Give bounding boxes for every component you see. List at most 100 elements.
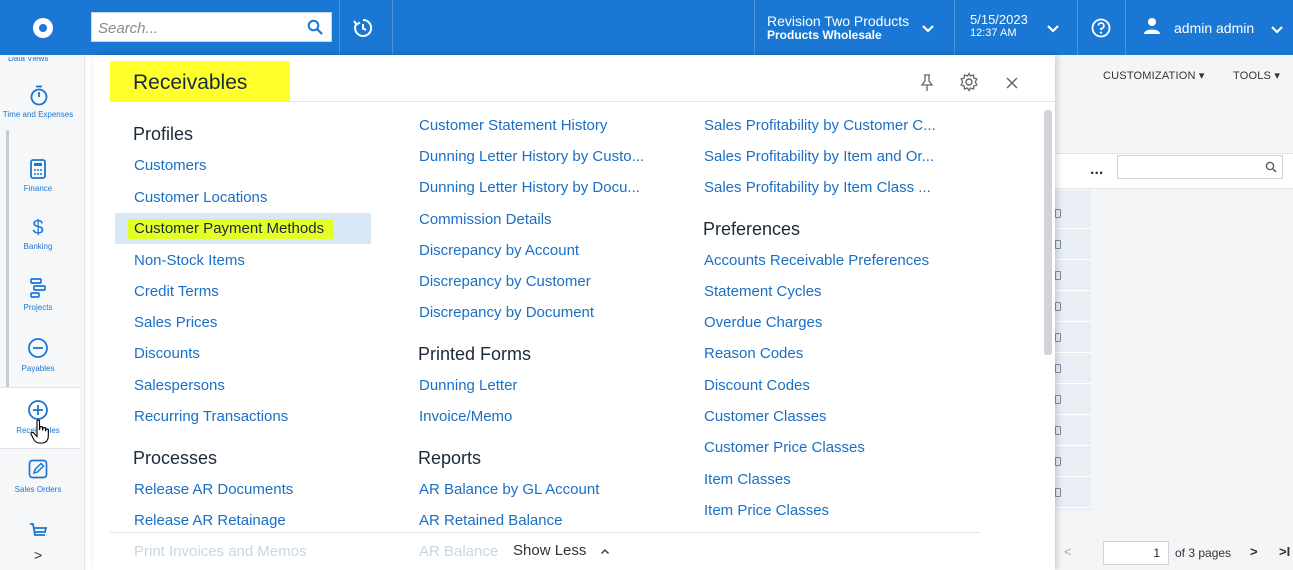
show-less-button[interactable]: Show Less bbox=[509, 542, 591, 559]
menu-link-salespersons[interactable]: Salespersons bbox=[134, 377, 225, 394]
document-icon bbox=[1055, 271, 1061, 280]
menu-link-discrepancy-by-customer[interactable]: Discrepancy by Customer bbox=[419, 273, 591, 290]
menu-link-dunning-letter-history-by-document[interactable]: Dunning Letter History by Docu... bbox=[419, 179, 640, 196]
menu-link-commission-details[interactable]: Commission Details bbox=[419, 211, 552, 228]
menu-link-overdue-charges[interactable]: Overdue Charges bbox=[704, 314, 822, 331]
chevron-down-icon[interactable] bbox=[921, 24, 935, 33]
company-name: Revision Two Products bbox=[767, 13, 910, 29]
table-row[interactable] bbox=[1055, 415, 1091, 446]
projects-icon bbox=[30, 278, 46, 298]
help-icon[interactable] bbox=[1091, 18, 1111, 38]
panel-scrollbar[interactable] bbox=[1044, 110, 1052, 355]
divider bbox=[392, 0, 393, 55]
menu-link-customer-locations[interactable]: Customer Locations bbox=[134, 189, 267, 206]
menu-link-credit-terms[interactable]: Credit Terms bbox=[134, 283, 219, 300]
menu-link-customer-statement-history[interactable]: Customer Statement History bbox=[419, 117, 607, 134]
table-row[interactable] bbox=[1055, 477, 1091, 508]
menu-link-accounts-receivable-preferences[interactable]: Accounts Receivable Preferences bbox=[704, 252, 929, 269]
menu-link-customer-payment-methods[interactable]: Customer Payment Methods bbox=[134, 220, 324, 237]
menu-link-invoice-memo[interactable]: Invoice/Memo bbox=[419, 408, 512, 425]
table-row[interactable] bbox=[1055, 260, 1091, 291]
expand-sidebar-button[interactable]: > bbox=[34, 547, 42, 563]
section-heading-printed-forms: Printed Forms bbox=[418, 344, 532, 364]
document-icon bbox=[1055, 333, 1061, 342]
customization-menu[interactable]: CUSTOMIZATION ▾ bbox=[1103, 69, 1205, 82]
next-page-button[interactable]: > bbox=[1250, 544, 1258, 559]
sidebar-item-projects[interactable]: Projects bbox=[0, 276, 80, 336]
table-row[interactable] bbox=[1055, 198, 1091, 229]
table-row[interactable] bbox=[1055, 229, 1091, 260]
previous-page-button[interactable]: < bbox=[1064, 544, 1072, 559]
sidebar-item-finance[interactable]: Finance bbox=[0, 157, 80, 217]
menu-link-item-classes[interactable]: Item Classes bbox=[704, 471, 791, 488]
document-icon bbox=[1055, 364, 1061, 373]
chevron-up-icon[interactable] bbox=[600, 548, 610, 555]
menu-link-sales-prices[interactable]: Sales Prices bbox=[134, 314, 217, 331]
menu-link-dunning-letter[interactable]: Dunning Letter bbox=[419, 377, 517, 394]
sidebar-item-time-and-expenses[interactable]: Time and Expenses bbox=[0, 83, 80, 143]
menu-link-ar-balance-by-gl-account[interactable]: AR Balance by GL Account bbox=[419, 481, 599, 498]
menu-link-customer-price-classes[interactable]: Customer Price Classes bbox=[704, 439, 865, 456]
page-count: of 3 pages bbox=[1175, 546, 1232, 560]
business-date-selector[interactable]: 5/15/2023 12:37 AM bbox=[970, 12, 1028, 40]
divider bbox=[1125, 0, 1126, 55]
menu-link-sales-profitability-by-item-and-order[interactable]: Sales Profitability by Item and Or... bbox=[704, 148, 934, 165]
company-selector[interactable]: Revision Two Products Products Wholesale bbox=[767, 13, 909, 42]
menu-link-sales-profitability-by-customer-class[interactable]: Sales Profitability by Customer C... bbox=[704, 117, 936, 134]
sidebar-item-banking[interactable]: $ Banking bbox=[0, 215, 80, 275]
grid-search-input[interactable] bbox=[1117, 155, 1283, 179]
svg-text:$: $ bbox=[32, 217, 43, 239]
menu-link-discrepancy-by-account[interactable]: Discrepancy by Account bbox=[419, 242, 579, 259]
search-icon[interactable] bbox=[307, 19, 323, 35]
search-input[interactable] bbox=[98, 17, 298, 39]
menu-link-discount-codes[interactable]: Discount Codes bbox=[704, 377, 810, 394]
page-number-input[interactable]: 1 bbox=[1103, 541, 1169, 565]
menu-link-discrepancy-by-document[interactable]: Discrepancy by Document bbox=[419, 304, 594, 321]
history-icon[interactable] bbox=[352, 17, 374, 39]
more-actions-button[interactable]: ... bbox=[1090, 161, 1103, 179]
document-icon bbox=[1055, 488, 1061, 497]
menu-link-release-ar-retainage[interactable]: Release AR Retainage bbox=[134, 512, 286, 529]
menu-link-reason-codes[interactable]: Reason Codes bbox=[704, 345, 803, 362]
close-icon[interactable] bbox=[1005, 76, 1019, 90]
table-row[interactable] bbox=[1055, 384, 1091, 415]
user-menu[interactable]: admin admin bbox=[1174, 20, 1254, 36]
table-row[interactable] bbox=[1055, 353, 1091, 384]
chevron-down-icon[interactable] bbox=[1046, 24, 1060, 33]
background-screen: CUSTOMIZATION ▾ TOOLS ▾ ... re < 1 of 3 … bbox=[1055, 55, 1293, 570]
menu-link-discounts[interactable]: Discounts bbox=[134, 345, 200, 362]
table-row[interactable] bbox=[1055, 446, 1091, 477]
table-row[interactable] bbox=[1055, 322, 1091, 353]
pin-icon[interactable] bbox=[919, 74, 935, 92]
menu-link-item-price-classes[interactable]: Item Price Classes bbox=[704, 502, 829, 519]
gear-icon[interactable] bbox=[959, 72, 979, 92]
top-bar: Revision Two Products Products Wholesale… bbox=[0, 0, 1293, 55]
menu-link-non-stock-items[interactable]: Non-Stock Items bbox=[134, 252, 245, 269]
menu-link-dunning-letter-history-by-customer[interactable]: Dunning Letter History by Custo... bbox=[419, 148, 644, 165]
divider bbox=[954, 0, 955, 55]
menu-link-ar-balance[interactable]: AR Balance bbox=[419, 543, 498, 560]
last-page-button[interactable]: >I bbox=[1279, 544, 1290, 559]
document-icon bbox=[1055, 457, 1061, 466]
stopwatch-icon bbox=[30, 85, 48, 106]
search-box[interactable] bbox=[91, 12, 332, 42]
home-logo-button[interactable] bbox=[0, 0, 85, 55]
table-row[interactable] bbox=[1055, 291, 1091, 322]
menu-link-customer-classes[interactable]: Customer Classes bbox=[704, 408, 827, 425]
user-icon[interactable] bbox=[1143, 17, 1161, 35]
menu-link-print-invoices-and-memos[interactable]: Print Invoices and Memos bbox=[134, 543, 307, 560]
menu-link-ar-retained-balance[interactable]: AR Retained Balance bbox=[419, 512, 562, 529]
sidebar-item-sales-orders[interactable]: Sales Orders bbox=[0, 457, 80, 517]
menu-link-release-ar-documents[interactable]: Release AR Documents bbox=[134, 481, 293, 498]
chevron-down-icon[interactable] bbox=[1270, 25, 1284, 34]
cart-icon bbox=[30, 523, 48, 536]
menu-link-statement-cycles[interactable]: Statement Cycles bbox=[704, 283, 822, 300]
menu-link-recurring-transactions[interactable]: Recurring Transactions bbox=[134, 408, 288, 425]
divider bbox=[110, 101, 1055, 102]
tools-menu[interactable]: TOOLS ▾ bbox=[1233, 69, 1280, 82]
menu-link-customers[interactable]: Customers bbox=[134, 157, 207, 174]
sidebar-item-data-views[interactable]: Data Views bbox=[8, 57, 48, 63]
menu-link-sales-profitability-by-item-class[interactable]: Sales Profitability by Item Class ... bbox=[704, 179, 931, 196]
sidebar-item-cart[interactable] bbox=[0, 519, 80, 545]
business-time: 12:37 AM bbox=[970, 27, 1017, 39]
